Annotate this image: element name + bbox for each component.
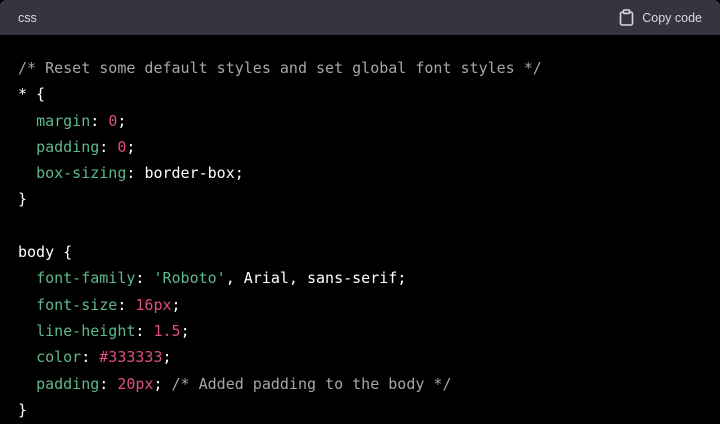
code-line-12: color: #333333; (36, 348, 172, 367)
code-line-4: padding: 0; (36, 137, 136, 156)
code-line-13: padding: 20px; /* Added padding to the b… (36, 374, 452, 393)
code-line-11: line-height: 1.5; (36, 321, 190, 340)
code-value: border-box (144, 164, 235, 183)
clipboard-icon (619, 9, 634, 26)
code-property: font-family (36, 269, 136, 288)
code-property: padding (36, 137, 100, 156)
code-number: 1.5 (153, 321, 181, 340)
code-content[interactable]: /* Reset some default styles and set glo… (0, 35, 720, 423)
code-brace: } (18, 400, 28, 419)
code-line-1: /* Reset some default styles and set glo… (18, 55, 702, 81)
code-line-9: font-family: 'Roboto', Arial, sans-serif… (36, 269, 407, 288)
copy-code-label: Copy code (642, 10, 702, 25)
language-label: css (18, 10, 37, 25)
code-block: css Copy code /* Reset some default styl… (0, 0, 720, 424)
code-comment: /* Reset some default styles and set glo… (18, 59, 542, 77)
code-brace: } (18, 190, 28, 209)
code-line-14: } (18, 397, 702, 423)
code-line-6: } (18, 186, 702, 212)
code-line-10: font-size: 16px; (36, 295, 181, 314)
copy-code-button[interactable]: Copy code (619, 9, 702, 26)
code-number: 0 (108, 111, 118, 130)
code-selector: body { (18, 243, 73, 262)
code-property: color (36, 348, 82, 367)
code-line-8: body { (18, 239, 702, 265)
code-number: 16px (135, 295, 172, 314)
code-value: , Arial, sans-serif (225, 269, 398, 288)
code-block-header: css Copy code (0, 0, 720, 35)
code-property: line-height (36, 321, 136, 340)
code-selector: * { (18, 85, 46, 104)
code-line-3: margin: 0; (36, 111, 127, 130)
code-line-2: * { (18, 81, 702, 107)
code-property: margin (36, 111, 91, 130)
code-property: padding (36, 374, 100, 393)
code-comment: /* Added padding to the body */ (171, 374, 452, 393)
code-property: box-sizing (36, 164, 127, 183)
code-number: 20px (117, 374, 154, 393)
code-string: 'Roboto' (153, 269, 226, 288)
code-line-5: box-sizing: border-box; (36, 164, 244, 183)
code-number: #333333 (99, 348, 163, 367)
code-property: font-size (36, 295, 118, 314)
